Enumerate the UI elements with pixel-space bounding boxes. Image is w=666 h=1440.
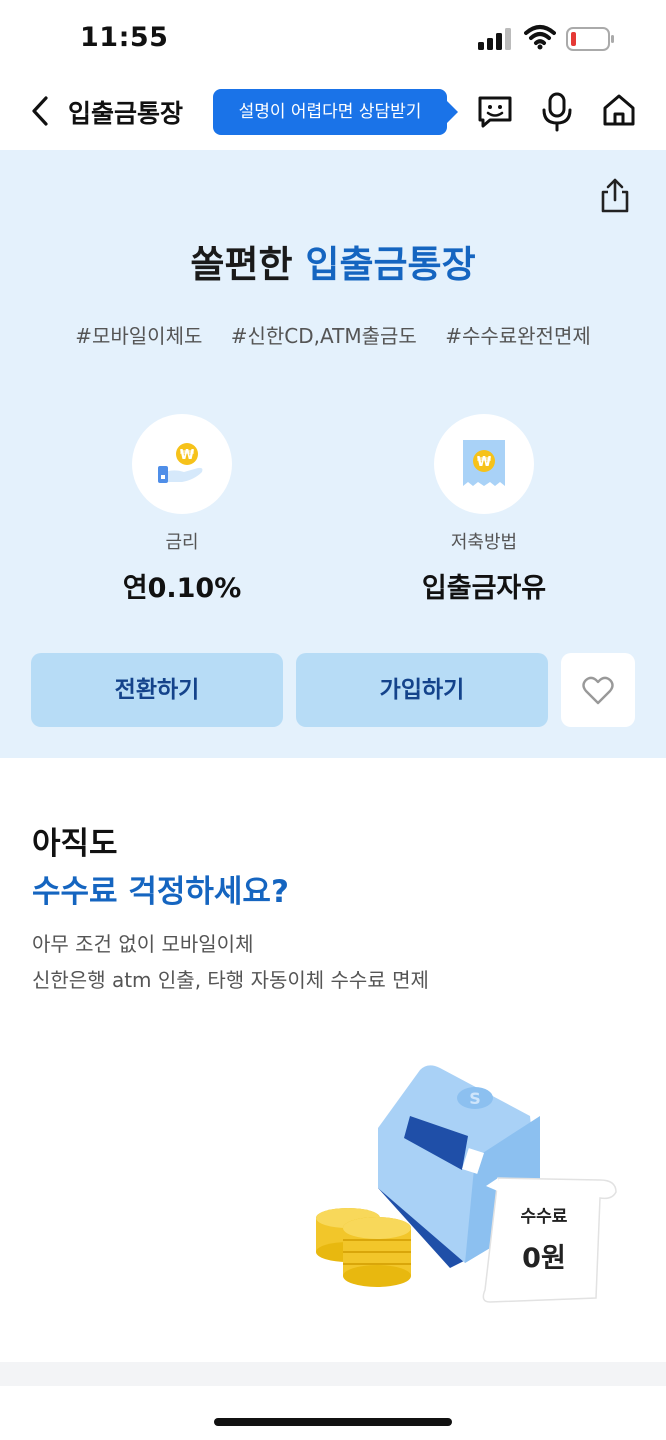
- atm-illustration: S 수수료 0원: [300, 1058, 630, 1318]
- join-button[interactable]: 가입하기: [296, 653, 548, 727]
- chatbot-icon[interactable]: [476, 92, 514, 130]
- hashtag: #모바일이체도: [75, 324, 203, 348]
- fee-section: 아직도 수수료 걱정하세요? 아무 조건 없이 모바일이체 신한은행 atm 인…: [0, 758, 666, 1362]
- atm-machine-illustration: S: [316, 1065, 617, 1303]
- battery-icon: [566, 27, 614, 51]
- section-description: 아무 조건 없이 모바일이체: [32, 932, 254, 956]
- section-divider: [0, 1362, 666, 1386]
- wifi-icon: [524, 25, 556, 50]
- section-heading-line1: 아직도: [32, 826, 118, 862]
- hashtag-list: #모바일이체도 #신한CD,ATM출금도 #수수료완전면제: [0, 320, 666, 349]
- product-title: 쏠편한 입출금통장: [0, 234, 666, 288]
- svg-text:₩: ₩: [477, 455, 492, 470]
- product-title-prefix: 쏠편한: [190, 243, 293, 286]
- receipt-won-icon: ₩: [463, 440, 505, 486]
- feature-icon-circle: ₩: [132, 414, 232, 514]
- feature-value: 연0.10%: [122, 573, 242, 604]
- consult-tooltip-button[interactable]: 설명이 어렵다면 상담받기: [213, 89, 447, 135]
- product-title-accent: 입출금통장: [305, 243, 476, 286]
- hand-coin-icon: ₩: [158, 443, 203, 483]
- hashtag: #신한CD,ATM출금도: [230, 324, 417, 348]
- microphone-icon[interactable]: [540, 92, 574, 132]
- heart-icon: [582, 676, 614, 705]
- status-time: 11:55: [80, 22, 169, 53]
- section-heading-line2: 수수료 걱정하세요?: [32, 874, 289, 910]
- product-hero: 쏠편한 입출금통장 #모바일이체도 #신한CD,ATM출금도 #수수료완전면제 …: [0, 150, 666, 758]
- nav-bar: 입출금통장 설명이 어렵다면 상담받기: [0, 80, 666, 150]
- convert-button[interactable]: 전환하기: [31, 653, 283, 727]
- cellular-signal-icon: [478, 28, 511, 50]
- back-arrow-icon[interactable]: [26, 94, 58, 128]
- consult-tooltip-pointer: [446, 100, 458, 124]
- feature-saving-method: ₩ 저축방법 입출금자유: [384, 414, 584, 605]
- svg-text:S: S: [469, 1089, 481, 1108]
- feature-value: 입출금자유: [421, 573, 547, 604]
- receipt-label: 수수료: [520, 1207, 568, 1227]
- share-icon[interactable]: [598, 178, 632, 214]
- home-icon[interactable]: [601, 92, 637, 128]
- receipt-value: 0원: [522, 1243, 566, 1274]
- feature-icon-circle: ₩: [434, 414, 534, 514]
- svg-text:₩: ₩: [180, 448, 195, 463]
- section-description: 신한은행 atm 인출, 타행 자동이체 수수료 면제: [32, 968, 429, 992]
- status-bar: 11:55: [0, 0, 666, 80]
- page-title: 입출금통장: [68, 99, 184, 128]
- home-indicator[interactable]: [214, 1418, 452, 1426]
- favorite-button[interactable]: [561, 653, 635, 727]
- feature-label: 금리: [165, 532, 199, 553]
- feature-label: 저축방법: [450, 532, 518, 553]
- feature-interest-rate: ₩ 금리 연0.10%: [82, 414, 282, 605]
- hashtag: #수수료완전면제: [445, 324, 591, 348]
